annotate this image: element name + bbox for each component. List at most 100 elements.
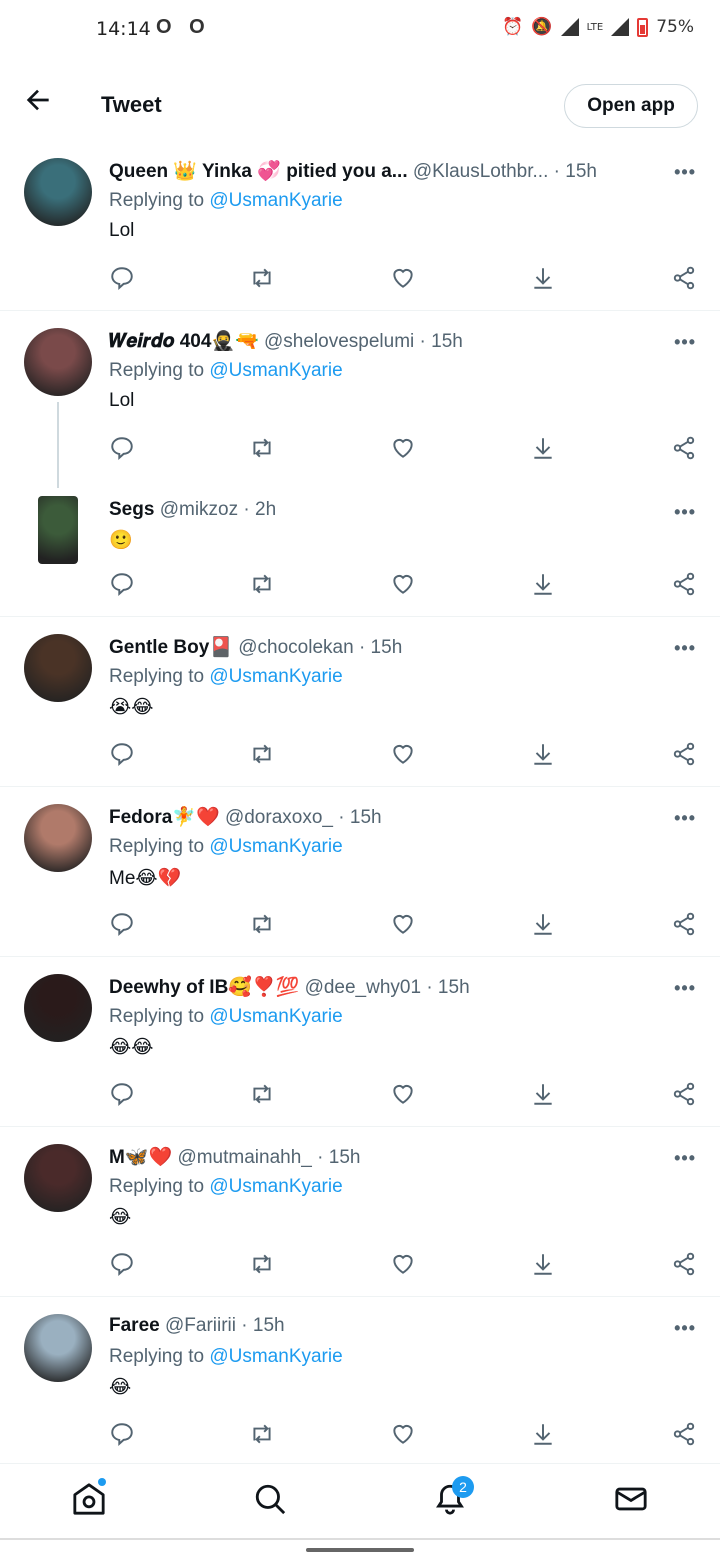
home-icon[interactable] — [72, 1482, 106, 1516]
retweet-icon[interactable] — [249, 741, 275, 767]
reply-icon[interactable] — [109, 741, 135, 767]
more-options-icon[interactable]: ••• — [674, 978, 696, 999]
retweet-icon[interactable] — [249, 1421, 275, 1447]
avatar[interactable] — [24, 1144, 92, 1212]
tweet-reply[interactable]: Deewhy of IB🥰❣️💯 @dee_why01 · 15h ••• Repl… — [0, 964, 720, 1127]
more-options-icon[interactable]: ••• — [674, 1148, 696, 1169]
retweet-icon[interactable] — [249, 435, 275, 461]
user-handle[interactable]: @KlausLothbr... — [413, 161, 548, 182]
reply-icon[interactable] — [109, 1421, 135, 1447]
open-app-button[interactable]: Open app — [564, 84, 698, 128]
more-options-icon[interactable]: ••• — [674, 162, 696, 183]
timestamp[interactable]: · 15h — [359, 637, 402, 658]
user-handle[interactable]: @Fariirii — [165, 1315, 236, 1336]
retweet-icon[interactable] — [249, 265, 275, 291]
retweet-icon[interactable] — [249, 1081, 275, 1107]
user-handle[interactable]: @chocolekan — [238, 637, 353, 658]
display-name[interactable]: Queen 👑 Yinka 💞 pitied you a... — [109, 161, 408, 182]
more-options-icon[interactable]: ••• — [674, 808, 696, 829]
like-icon[interactable] — [390, 1251, 416, 1277]
user-handle[interactable]: @dee_why01 — [305, 977, 421, 998]
replying-mention[interactable]: @UsmanKyarie — [209, 360, 342, 381]
back-arrow-icon[interactable] — [22, 84, 54, 116]
tweet-reply[interactable]: Segs @mikzoz · 2h ••• 🙂 — [0, 488, 720, 617]
display-name[interactable]: Faree — [109, 1315, 160, 1336]
share-icon[interactable] — [671, 1081, 697, 1107]
tweet-reply[interactable]: M🦋❤️ @mutmainahh_ · 15h ••• Replying to @U… — [0, 1134, 720, 1297]
retweet-icon[interactable] — [249, 911, 275, 937]
share-icon[interactable] — [671, 571, 697, 597]
like-icon[interactable] — [390, 1421, 416, 1447]
user-handle[interactable]: @mutmainahh_ — [177, 1147, 311, 1168]
timestamp[interactable]: · 15h — [420, 331, 463, 352]
tweet-reply[interactable]: Gentle Boy🎴 @chocolekan · 15h ••• Replying… — [0, 624, 720, 787]
download-icon[interactable] — [530, 1421, 556, 1447]
more-options-icon[interactable]: ••• — [674, 332, 696, 353]
download-icon[interactable] — [530, 911, 556, 937]
share-icon[interactable] — [671, 435, 697, 461]
tweet-reply[interactable]: Queen 👑 Yinka 💞 pitied you a... @KlausLo… — [0, 148, 720, 311]
user-handle[interactable]: @mikzoz — [160, 499, 238, 520]
download-icon[interactable] — [530, 435, 556, 461]
share-icon[interactable] — [671, 1421, 697, 1447]
share-icon[interactable] — [671, 265, 697, 291]
download-icon[interactable] — [530, 1251, 556, 1277]
replying-mention[interactable]: @UsmanKyarie — [209, 1176, 342, 1197]
like-icon[interactable] — [390, 435, 416, 461]
replying-mention[interactable]: @UsmanKyarie — [209, 190, 342, 211]
user-handle[interactable]: @shelovespelumi — [264, 331, 414, 352]
messages-envelope-icon[interactable] — [614, 1482, 648, 1516]
timestamp[interactable]: · 15h — [338, 807, 381, 828]
more-options-icon[interactable]: ••• — [674, 1318, 696, 1339]
retweet-icon[interactable] — [249, 571, 275, 597]
tweet-reply[interactable]: Fedora🧚❤️ @doraxoxo_ · 15h ••• Replying to… — [0, 794, 720, 957]
avatar[interactable] — [24, 1314, 92, 1382]
like-icon[interactable] — [390, 911, 416, 937]
like-icon[interactable] — [390, 265, 416, 291]
retweet-icon[interactable] — [249, 1251, 275, 1277]
like-icon[interactable] — [390, 1081, 416, 1107]
display-name[interactable]: Gentle Boy🎴 — [109, 637, 233, 658]
like-icon[interactable] — [390, 741, 416, 767]
display-name[interactable]: M🦋❤️ — [109, 1147, 172, 1168]
share-icon[interactable] — [671, 911, 697, 937]
reply-icon[interactable] — [109, 911, 135, 937]
download-icon[interactable] — [530, 1081, 556, 1107]
timestamp[interactable]: · 15h — [426, 977, 469, 998]
reply-icon[interactable] — [109, 571, 135, 597]
tweet-reply[interactable]: 𝑾𝒆𝒊𝒓𝒅𝒐 404🥷🔫 @shelovespelumi · 15h ••• Rep… — [0, 318, 720, 488]
replying-mention[interactable]: @UsmanKyarie — [209, 1346, 342, 1367]
more-options-icon[interactable]: ••• — [674, 638, 696, 659]
timestamp[interactable]: · 15h — [554, 161, 597, 182]
share-icon[interactable] — [671, 1251, 697, 1277]
download-icon[interactable] — [530, 571, 556, 597]
replying-mention[interactable]: @UsmanKyarie — [209, 1006, 342, 1027]
download-icon[interactable] — [530, 741, 556, 767]
avatar[interactable] — [38, 496, 78, 564]
avatar[interactable] — [24, 158, 92, 226]
more-options-icon[interactable]: ••• — [674, 502, 696, 523]
avatar[interactable] — [24, 974, 92, 1042]
user-handle[interactable]: @doraxoxo_ — [225, 807, 333, 828]
reply-icon[interactable] — [109, 435, 135, 461]
reply-icon[interactable] — [109, 265, 135, 291]
tweet-reply[interactable]: Faree @Fariirii · 15h ••• Replying to @Usm… — [0, 1304, 720, 1462]
display-name[interactable]: 𝑾𝒆𝒊𝒓𝒅𝒐 404🥷🔫 — [109, 331, 259, 352]
avatar[interactable] — [24, 804, 92, 872]
like-icon[interactable] — [390, 571, 416, 597]
share-icon[interactable] — [671, 741, 697, 767]
timestamp[interactable]: · 15h — [241, 1315, 284, 1336]
replying-mention[interactable]: @UsmanKyarie — [209, 666, 342, 687]
replying-mention[interactable]: @UsmanKyarie — [209, 836, 342, 857]
avatar[interactable] — [24, 634, 92, 702]
download-icon[interactable] — [530, 265, 556, 291]
timestamp[interactable]: · 2h — [243, 499, 276, 520]
display-name[interactable]: Deewhy of IB🥰❣️💯 — [109, 977, 299, 998]
timestamp[interactable]: · 15h — [317, 1147, 360, 1168]
avatar[interactable] — [24, 328, 92, 396]
display-name[interactable]: Fedora🧚❤️ — [109, 807, 220, 828]
reply-icon[interactable] — [109, 1251, 135, 1277]
display-name[interactable]: Segs — [109, 499, 154, 520]
search-icon[interactable] — [253, 1482, 287, 1516]
reply-icon[interactable] — [109, 1081, 135, 1107]
